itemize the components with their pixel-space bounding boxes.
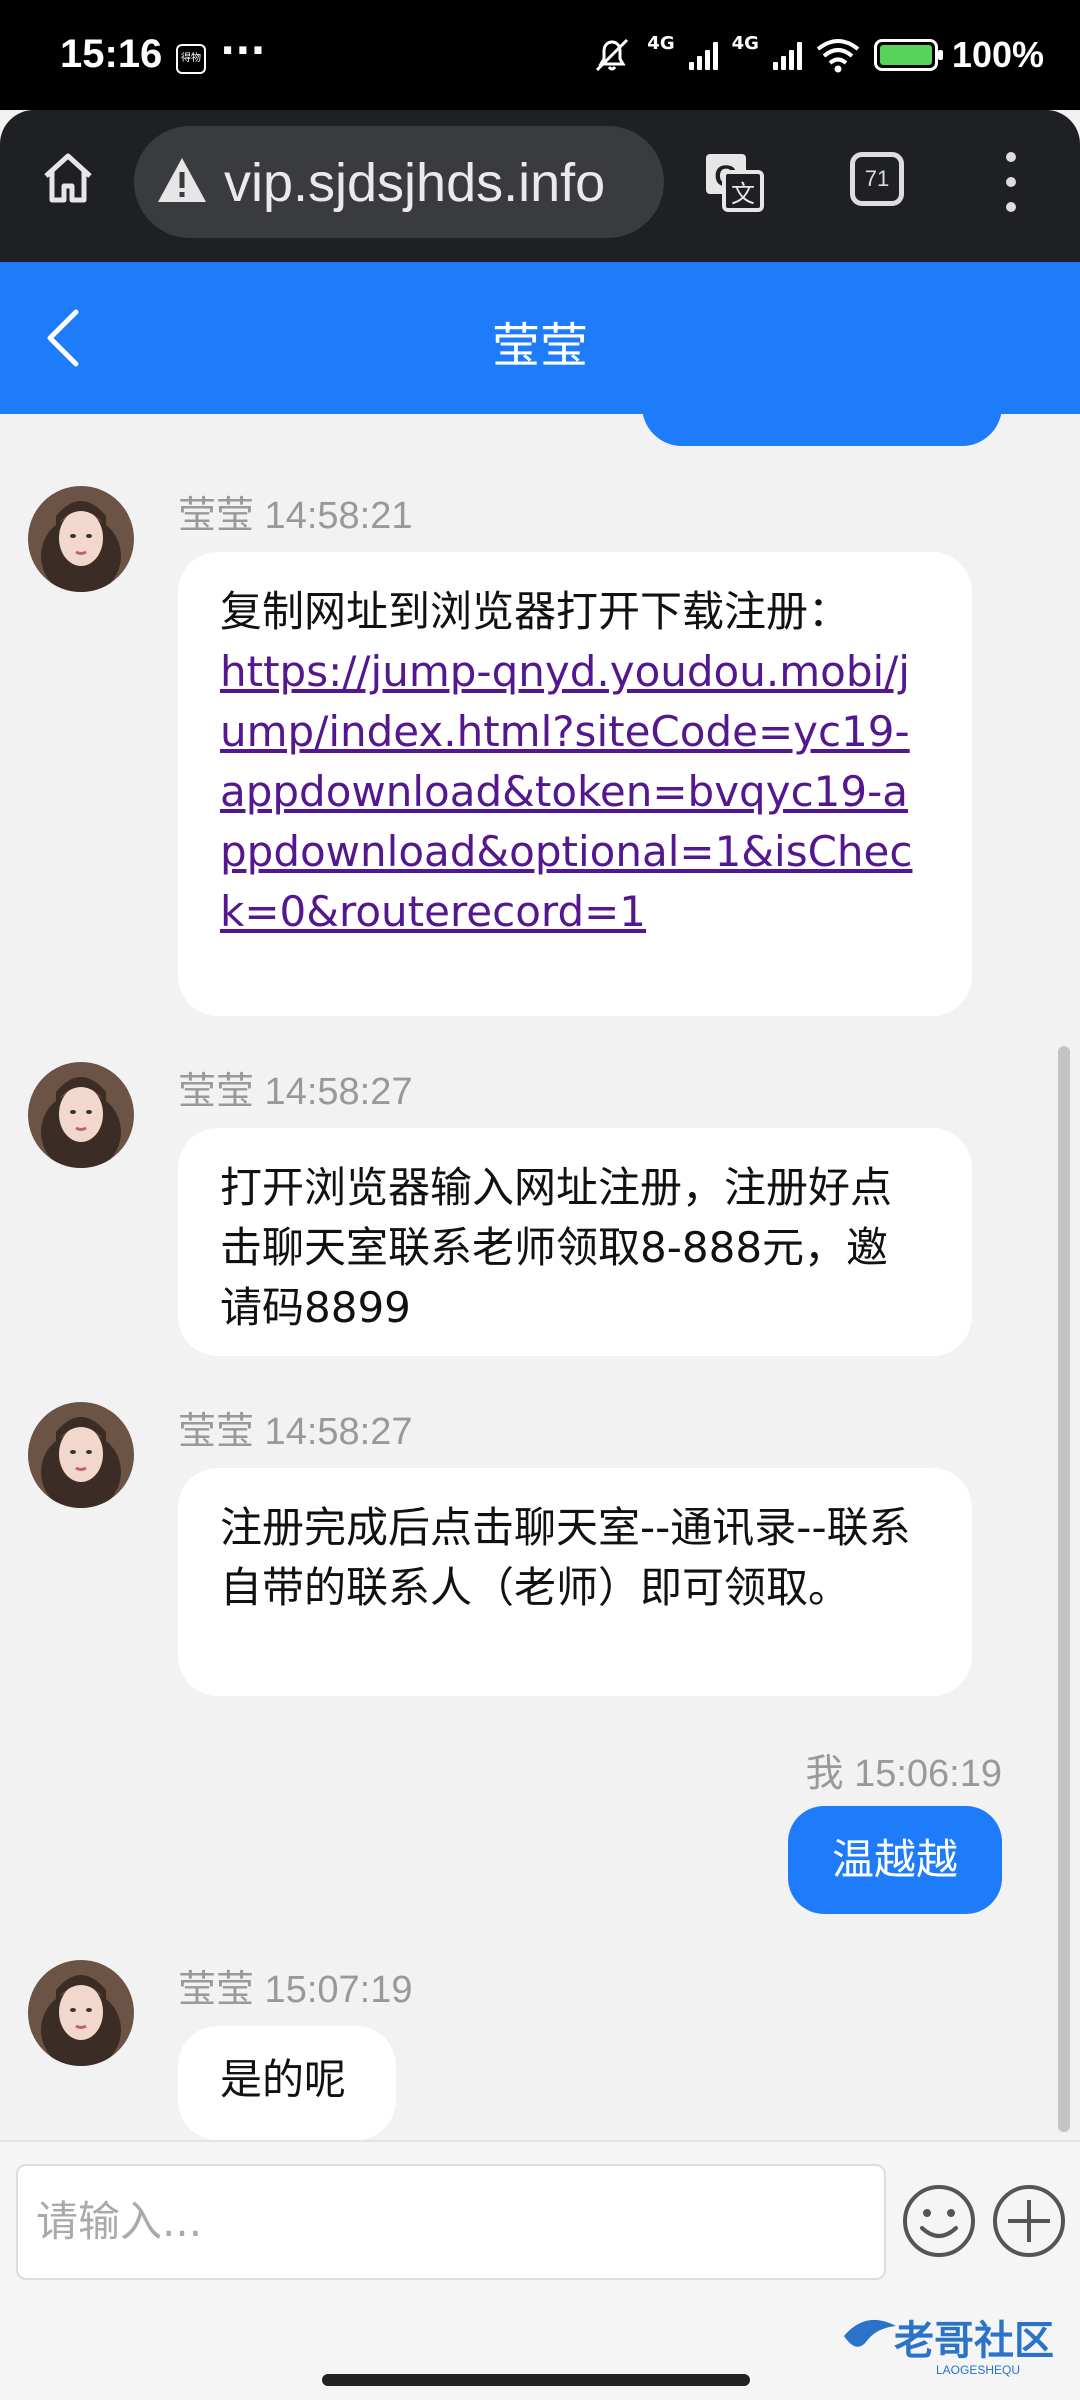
message-input[interactable]: 请输入...	[16, 2164, 886, 2280]
message-text: 打开浏览器输入网址注册，注册好点击聊天室联系老师领取8-888元，邀请码8899	[220, 1163, 893, 1332]
signal-icon-2	[772, 40, 802, 70]
message-sender-time: 莹莹 14:58:27	[178, 1071, 413, 1113]
avatar[interactable]	[28, 1062, 134, 1168]
app-notification-icon: 得物	[176, 44, 206, 74]
url-text[interactable]: vip.sjdsjhds.info	[224, 152, 605, 214]
watermark-logo: 老哥社区 LAOGESHEQU	[844, 2318, 1054, 2377]
browser-toolbar: vip.sjdsjhds.info G 文 71	[0, 110, 1080, 262]
more-notifications-icon: ···	[220, 28, 266, 74]
translate-icon[interactable]: G 文	[702, 150, 766, 214]
message-sender-time: 莹莹 14:58:21	[178, 495, 413, 537]
signal-icon-1	[688, 40, 718, 70]
message-bubble[interactable]: 复制网址到浏览器打开下载注册： https://jump-qnyd.youdou…	[178, 552, 972, 1016]
avatar[interactable]	[28, 1960, 134, 2066]
message-text: 注册完成后点击聊天室--通讯录--联系自带的联系人（老师）即可领取。	[220, 1503, 911, 1612]
emoji-icon[interactable]	[900, 2182, 978, 2260]
message-text: 是的呢	[220, 2055, 347, 2104]
svg-text:LAOGESHEQU: LAOGESHEQU	[936, 2363, 1020, 2377]
avatar-image	[28, 1062, 134, 1168]
avatar-image	[28, 486, 134, 592]
battery-icon	[873, 39, 943, 71]
address-bar[interactable]: vip.sjdsjhds.info	[134, 126, 664, 238]
network-type-2: 4G	[731, 32, 759, 54]
avatar[interactable]	[28, 486, 134, 592]
outgoing-message-bubble[interactable]: 温越越	[787, 1806, 1002, 1914]
status-icons: 4G 4G 100%	[591, 32, 1044, 76]
navigation-handle[interactable]	[322, 2374, 750, 2386]
mute-bell-icon	[596, 38, 629, 72]
message-bubble[interactable]: 是的呢	[178, 2026, 396, 2140]
warning-icon[interactable]	[156, 154, 208, 206]
message-bubble[interactable]: 注册完成后点击聊天室--通讯录--联系自带的联系人（老师）即可领取。	[178, 1468, 972, 1696]
avatar-image	[28, 1960, 134, 2066]
svg-text:文: 文	[731, 180, 755, 208]
message-link[interactable]: https://jump-qnyd.youdou.mobi/jump/index…	[220, 647, 912, 936]
network-type-1: 4G	[647, 32, 675, 54]
message-text: 复制网址到浏览器打开下载注册：	[220, 587, 851, 636]
chat-title: 莹莹	[491, 318, 588, 374]
status-bar: 15:16 得物 ··· 4G 4G 100%	[0, 0, 1080, 110]
message-sender-time: 我 15:06:19	[805, 1753, 1002, 1795]
message-text: 温越越	[831, 1835, 958, 1884]
tab-count-button[interactable]: 71	[850, 152, 904, 206]
previous-outgoing-bubble	[642, 414, 1002, 446]
wifi-icon	[816, 39, 860, 73]
battery-percent: 100%	[951, 34, 1044, 75]
avatar-image	[28, 1402, 134, 1508]
status-time: 15:16	[60, 32, 163, 76]
scrollbar[interactable]	[1058, 1046, 1070, 2132]
input-bar: 请输入... 老哥社区 LAOGESHEQU	[0, 2140, 1080, 2400]
more-menu-icon[interactable]	[996, 152, 1026, 212]
avatar[interactable]	[28, 1402, 134, 1508]
message-list[interactable]: 莹莹 14:58:21 复制网址到浏览器打开下载注册： https://jump…	[0, 414, 1080, 2140]
home-icon[interactable]	[38, 148, 98, 208]
message-sender-time: 莹莹 15:07:19	[178, 1969, 413, 2011]
message-sender-time: 莹莹 14:58:27	[178, 1411, 413, 1453]
chat-header: 莹莹	[0, 262, 1080, 414]
plus-icon[interactable]	[990, 2182, 1068, 2260]
message-bubble[interactable]: 打开浏览器输入网址注册，注册好点击聊天室联系老师领取8-888元，邀请码8899	[178, 1128, 972, 1356]
svg-text:老哥社区: 老哥社区	[894, 2318, 1054, 2364]
